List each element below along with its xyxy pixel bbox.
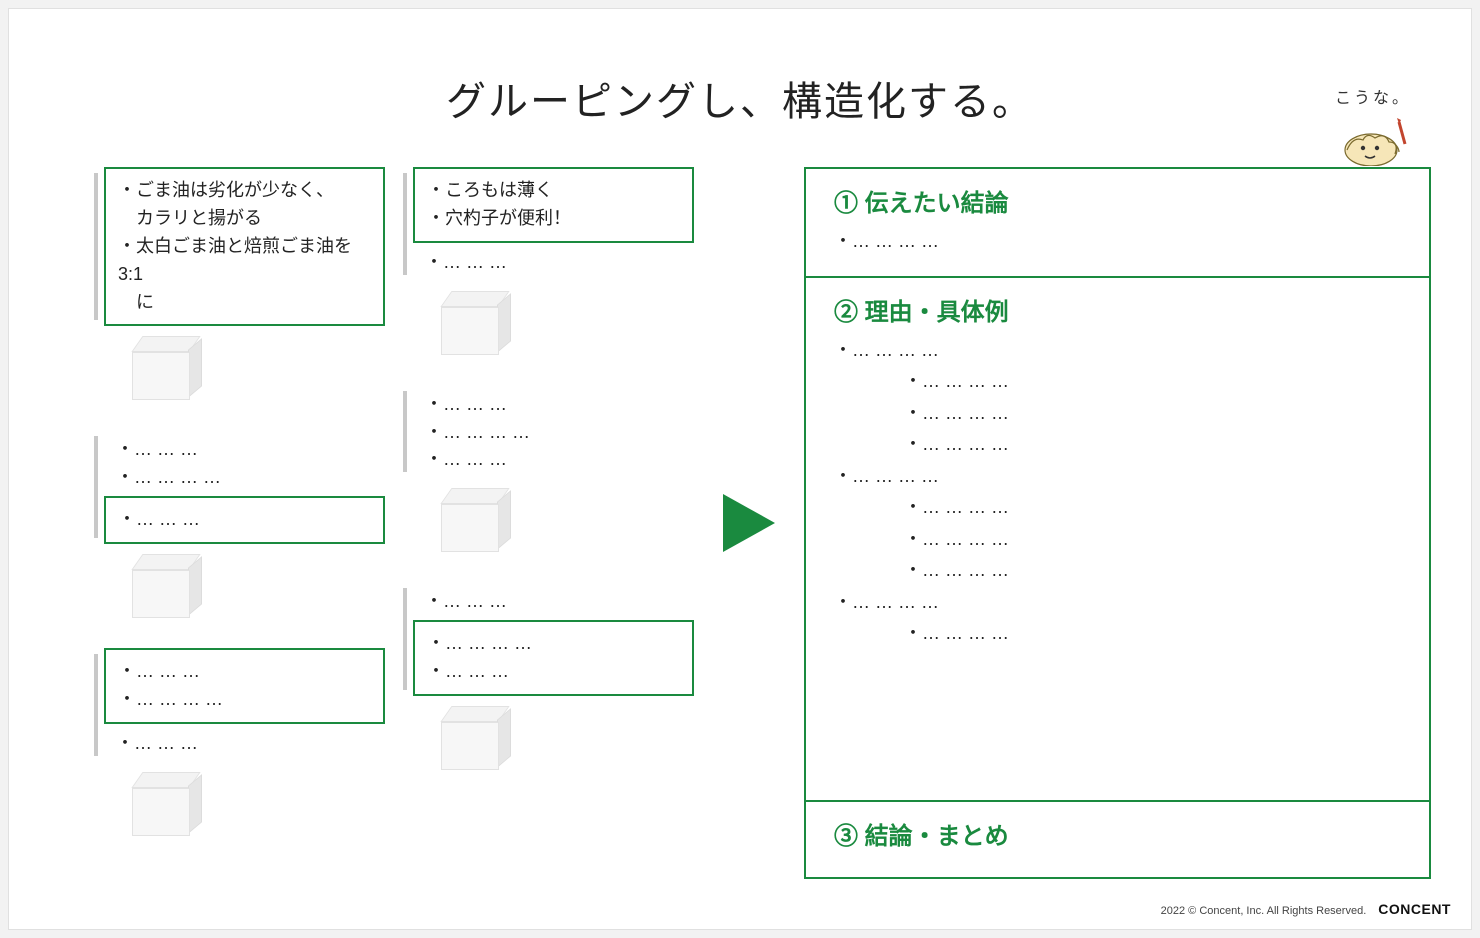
section-heading: ③ 結論・まとめ	[834, 816, 1401, 851]
note-box: ・ごま油は劣化が少なく、 カラリと揚がる・太白ごま油と焙煎ごま油を3:1 に	[104, 167, 385, 326]
group-bar-icon	[94, 436, 98, 538]
left-column-2: ・ころもは薄く・穴杓子が便利！ ・… … … ・… … …・… … … …・… …	[413, 167, 694, 879]
arrow-icon	[694, 167, 804, 879]
group-c1-r3: ・… … …・… … … … ・… … …	[104, 648, 385, 762]
note-plain: ・… … …・… … … …	[104, 430, 385, 496]
group-bar-icon	[94, 173, 98, 320]
cube-icon	[441, 716, 694, 778]
section-body: ・… … … …・… … … …・… … … …・… … … …・… … … ……	[834, 335, 1401, 650]
note-box: ・… … …	[104, 496, 385, 544]
note-box: ・… … …・… … … …	[104, 648, 385, 724]
group-bar-icon	[403, 173, 407, 275]
mascot-illustration	[1333, 114, 1413, 166]
brand-logo: CONCENT	[1378, 901, 1451, 917]
left-groups: ・ごま油は劣化が少なく、 カラリと揚がる・太白ごま油と焙煎ごま油を3:1 に ・…	[104, 167, 694, 879]
cube-icon	[132, 782, 385, 844]
note-plain: ・… … …	[413, 582, 694, 620]
group-c1-r2: ・… … …・… … … … ・… … …	[104, 430, 385, 544]
group-bar-icon	[403, 588, 407, 690]
content-area: ・ごま油は劣化が少なく、 カラリと揚がる・太白ごま油と焙煎ごま油を3:1 に ・…	[104, 167, 1431, 879]
group-bar-icon	[94, 654, 98, 756]
group-c2-r2: ・… … …・… … … …・… … …	[413, 385, 694, 479]
group-c1-r1: ・ごま油は劣化が少なく、 カラリと揚がる・太白ごま油と焙煎ごま油を3:1 に	[104, 167, 385, 326]
slide-title: グルーピングし、構造化する。	[9, 9, 1471, 127]
note-box: ・ころもは薄く・穴杓子が便利！	[413, 167, 694, 243]
note-plain: ・… … …	[413, 243, 694, 281]
cube-icon	[441, 498, 694, 560]
annotation-text: こうな。	[1335, 84, 1411, 108]
left-column-1: ・ごま油は劣化が少なく、 カラリと揚がる・太白ごま油と焙煎ごま油を3:1 に ・…	[104, 167, 385, 879]
group-c2-r1: ・ころもは薄く・穴杓子が便利！ ・… … …	[413, 167, 694, 281]
group-bar-icon	[403, 391, 407, 473]
note-plain: ・… … …・… … … …・… … …	[413, 385, 694, 479]
structured-panel: ① 伝えたい結論 ・… … … … ② 理由・具体例 ・… … … …・… … …	[804, 167, 1431, 879]
copyright-text: 2022 © Concent, Inc. All Rights Reserved…	[1161, 905, 1367, 917]
cube-icon	[441, 301, 694, 363]
group-c2-r3: ・… … … ・… … … …・… … …	[413, 582, 694, 696]
section-heading: ② 理由・具体例	[834, 292, 1401, 327]
section-heading: ① 伝えたい結論	[834, 183, 1401, 218]
note-box: ・… … … …・… … …	[413, 620, 694, 696]
slide-frame: グルーピングし、構造化する。 こうな。 ・ごま油は劣化が少なく、 カラリと揚がる…	[8, 8, 1472, 930]
footer: 2022 © Concent, Inc. All Rights Reserved…	[1161, 901, 1451, 917]
section-conclusion: ① 伝えたい結論 ・… … … …	[806, 169, 1429, 278]
section-summary: ③ 結論・まとめ	[806, 802, 1429, 877]
cube-icon	[132, 564, 385, 626]
note-plain: ・… … …	[104, 724, 385, 762]
cube-icon	[132, 346, 385, 408]
section-body: ・… … … …	[834, 226, 1401, 258]
section-reasons: ② 理由・具体例 ・… … … …・… … … …・… … … …・… … … …	[806, 278, 1429, 803]
